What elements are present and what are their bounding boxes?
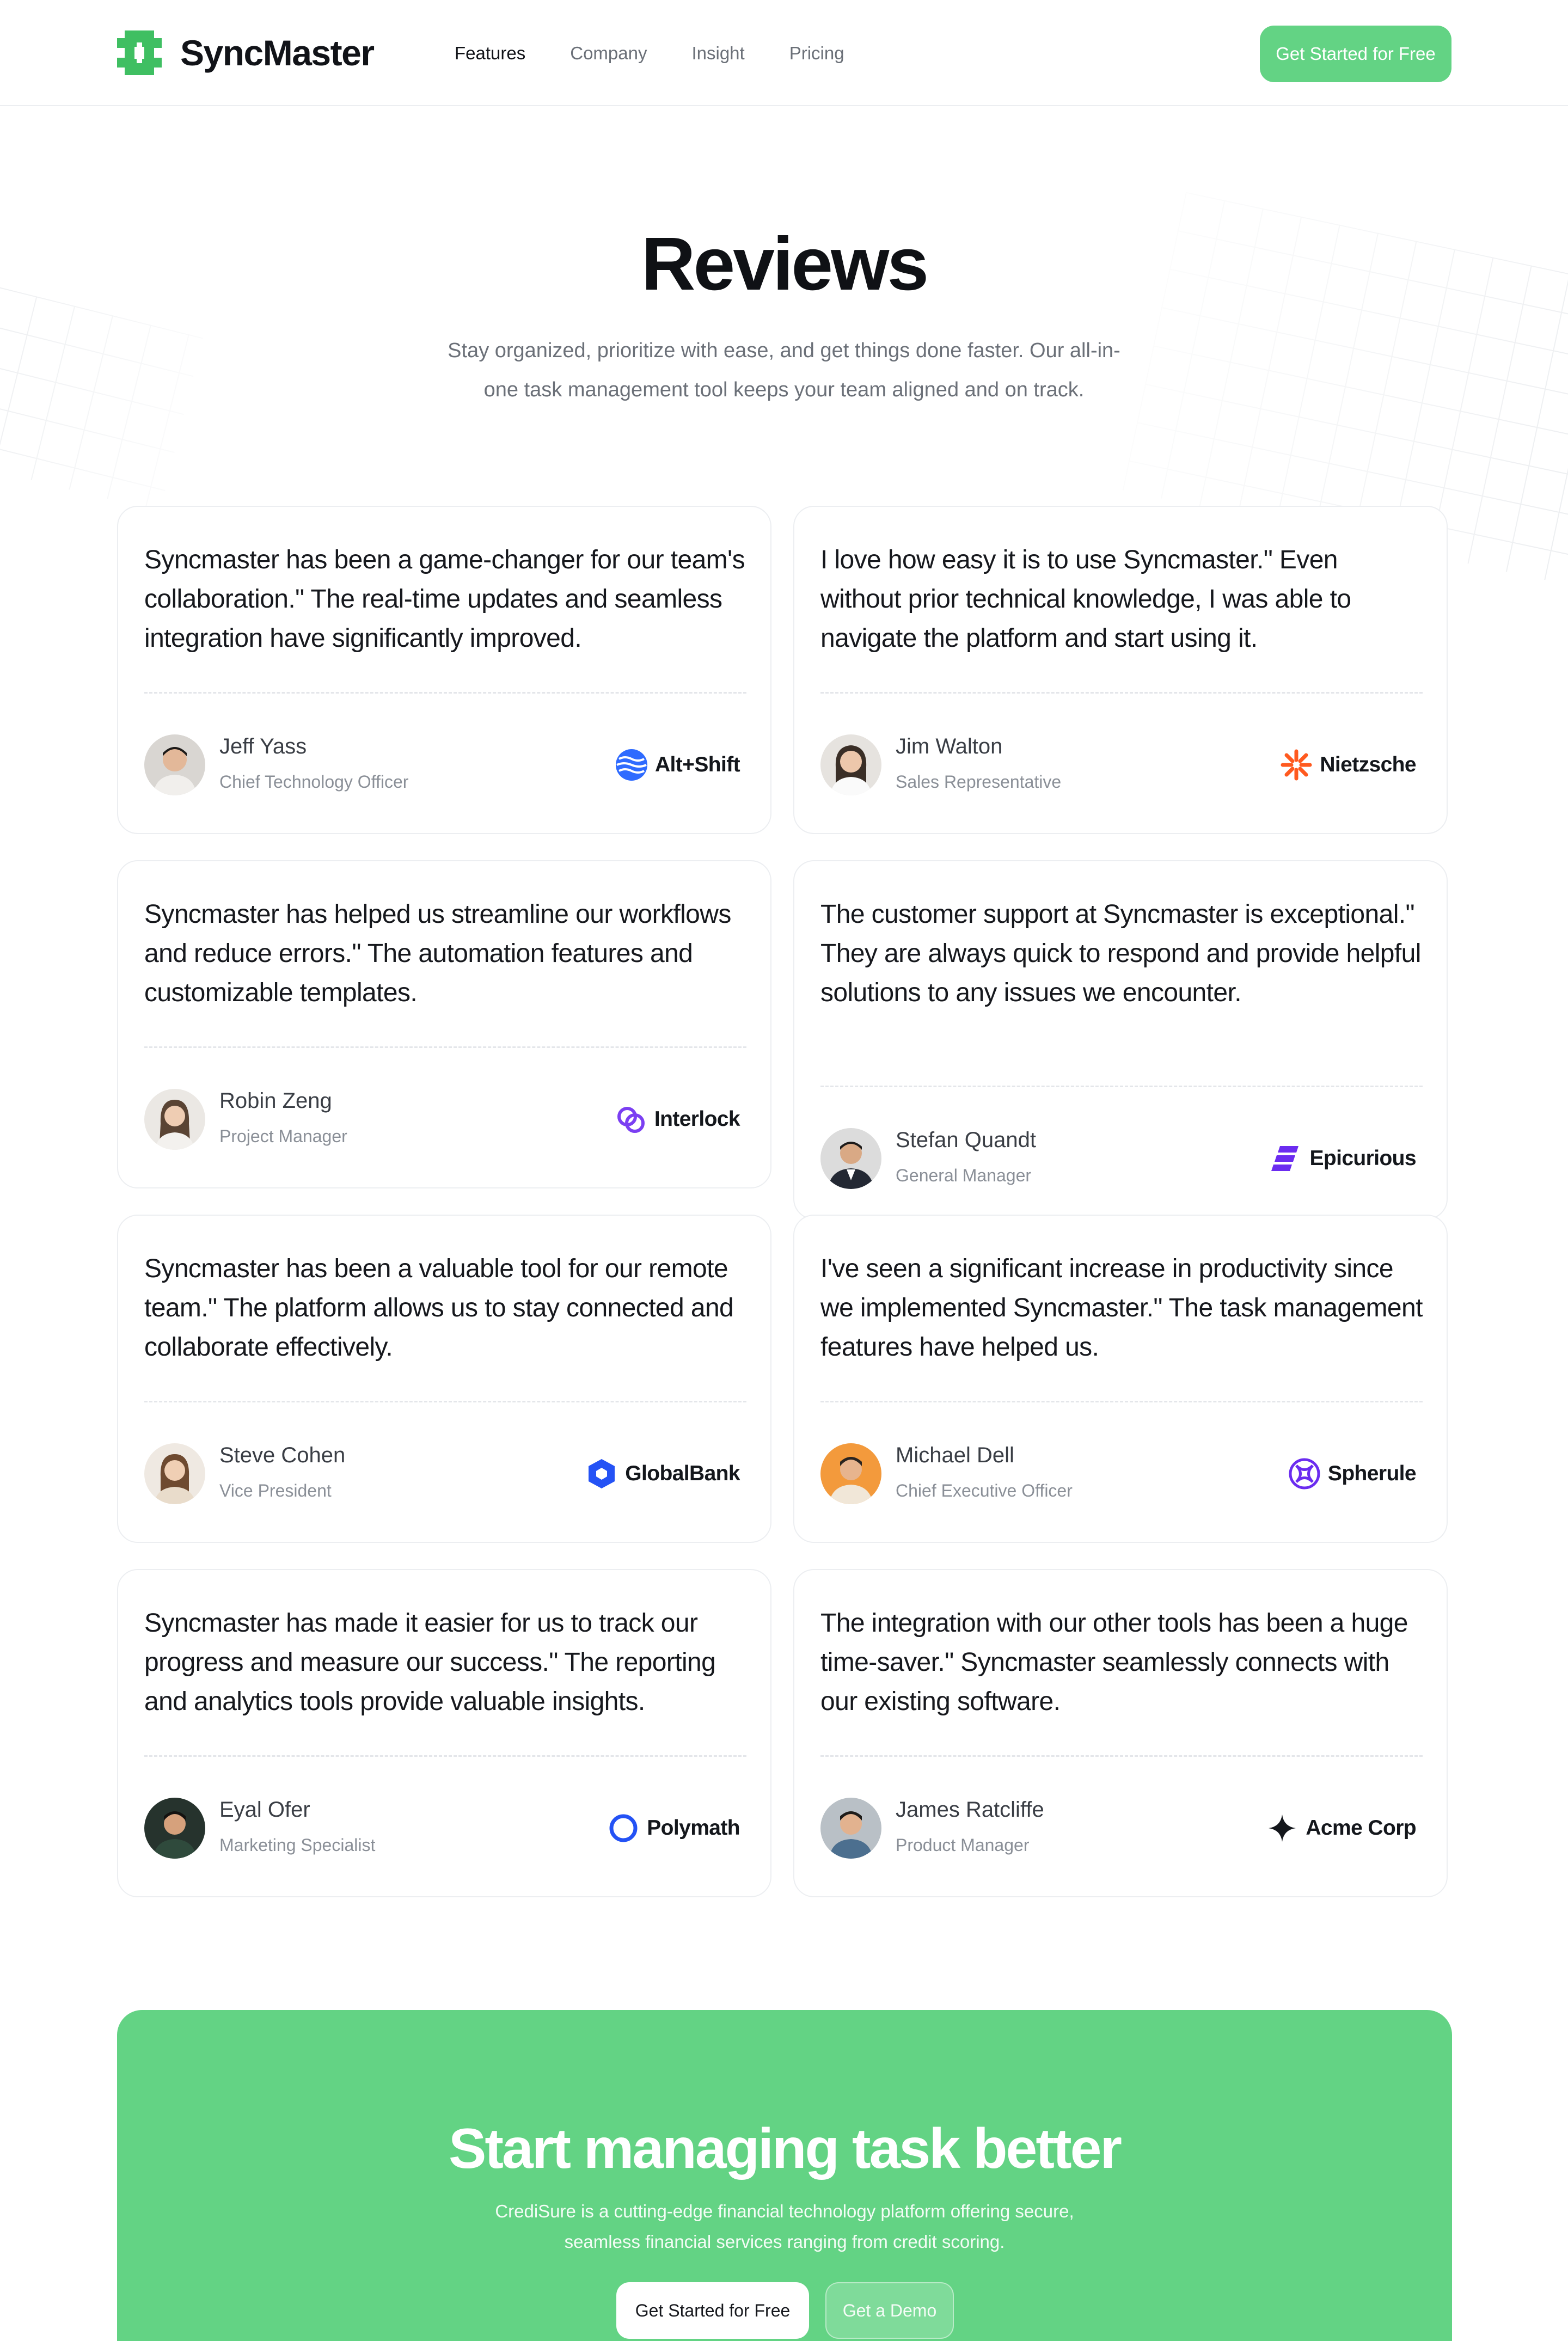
ring-icon — [609, 1814, 638, 1842]
nav-links: Features Company Insight Pricing — [455, 41, 889, 65]
syncmaster-logo-icon — [117, 30, 162, 75]
company-logo: Acme Corp — [1265, 1809, 1417, 1847]
company-logo: Spherule — [1288, 1455, 1417, 1493]
company-logo: Nietzsche — [1279, 746, 1417, 784]
interlocking-rings-icon — [617, 1107, 645, 1133]
company-name: Alt+Shift — [654, 753, 740, 776]
company-name: Interlock — [654, 1107, 740, 1131]
cta-title: Start managing task better — [449, 2117, 1122, 2180]
company-name: Epicurious — [1309, 1147, 1416, 1170]
avatar — [144, 734, 205, 795]
reviewer-role: Project Manager — [219, 1126, 347, 1146]
avatar — [820, 1798, 881, 1859]
review-card: The customer support at Syncmaster is ex… — [793, 860, 1448, 1219]
sunburst-icon — [1281, 749, 1312, 781]
review-quote: I've seen a significant increase in prod… — [820, 1254, 1423, 1362]
reviewer-name: Eyal Ofer — [219, 1798, 310, 1822]
review-quote: Syncmaster has made it easier for us to … — [144, 1609, 716, 1716]
divider — [144, 1401, 746, 1402]
divider — [820, 1401, 1423, 1402]
review-card: Syncmaster has been a valuable tool for … — [117, 1215, 771, 1543]
reviewer-name: Jim Walton — [896, 734, 1003, 758]
reviewer-name: James Ratcliffe — [896, 1798, 1044, 1822]
review-quote: Syncmaster has been a game-changer for o… — [144, 546, 745, 653]
top-navigation: SyncMaster Features Company Insight Pric… — [0, 0, 1568, 106]
reviewer-name: Robin Zeng — [219, 1089, 332, 1113]
stacked-bars-icon — [1271, 1146, 1299, 1171]
reviewer-role: Sales Representative — [896, 772, 1062, 792]
reviewer-role: Chief Technology Officer — [219, 772, 409, 792]
company-logo: Epicurious — [1269, 1139, 1417, 1178]
sphere-icon — [1289, 1458, 1320, 1490]
review-quote: Syncmaster has been a valuable tool for … — [144, 1254, 734, 1362]
get-a-demo-button[interactable]: Get a Demo — [825, 2282, 954, 2339]
reviewer-name: Michael Dell — [896, 1443, 1014, 1467]
cta-banner: Start managing task better CrediSure is … — [117, 2010, 1452, 2341]
company-logo: GlobalBank — [585, 1455, 740, 1493]
reviewer-role: Chief Executive Officer — [896, 1481, 1073, 1500]
reviewer-role: Marketing Specialist — [219, 1835, 376, 1855]
reviewer-name: Steve Cohen — [219, 1443, 346, 1467]
hexagon-icon — [589, 1459, 615, 1488]
avatar — [820, 1443, 881, 1504]
company-name: Polymath — [647, 1816, 740, 1840]
cta-get-started-button[interactable]: Get Started for Free — [616, 2282, 809, 2339]
company-name: GlobalBank — [625, 1462, 740, 1485]
review-quote: The integration with our other tools has… — [820, 1609, 1408, 1716]
company-name: Acme Corp — [1306, 1816, 1416, 1840]
nav-link-company[interactable]: Company — [570, 41, 647, 65]
page-subtitle: Stay organized, prioritize with ease, an… — [448, 339, 1120, 401]
waves-icon — [615, 749, 647, 781]
nav-link-features[interactable]: Features — [455, 41, 525, 65]
divider — [820, 1755, 1423, 1757]
company-name: Nietzsche — [1320, 753, 1416, 776]
review-card: I've seen a significant increase in prod… — [793, 1215, 1448, 1543]
avatar — [144, 1443, 205, 1504]
review-card: Syncmaster has been a game-changer for o… — [117, 506, 771, 834]
company-logo: Polymath — [607, 1809, 740, 1847]
reviewer-role: General Manager — [896, 1166, 1032, 1185]
review-card: The integration with our other tools has… — [793, 1569, 1448, 1897]
reviewer-name: Jeff Yass — [219, 734, 307, 758]
company-name: Spherule — [1327, 1462, 1417, 1485]
avatar — [144, 1798, 205, 1859]
brand-name: SyncMaster — [180, 33, 375, 73]
review-card: I love how easy it is to use Syncmaster.… — [793, 506, 1448, 834]
avatar — [820, 734, 881, 795]
get-started-button[interactable]: Get Started for Free — [1260, 26, 1451, 82]
review-quote: The customer support at Syncmaster is ex… — [820, 900, 1421, 1007]
avatar — [144, 1089, 205, 1150]
company-logo: Alt+Shift — [615, 746, 740, 784]
divider — [144, 1755, 746, 1757]
divider — [144, 1046, 746, 1048]
company-logo: Interlock — [614, 1100, 740, 1138]
divider — [144, 692, 746, 694]
divider — [820, 692, 1423, 694]
review-card: Syncmaster has made it easier for us to … — [117, 1569, 771, 1897]
page-title: Reviews — [641, 222, 929, 306]
avatar — [820, 1128, 881, 1189]
divider — [820, 1086, 1423, 1087]
reviewer-name: Stefan Quandt — [896, 1128, 1036, 1152]
review-quote: I love how easy it is to use Syncmaster.… — [820, 546, 1351, 653]
cta-subtitle: CrediSure is a cutting-edge financial te… — [495, 2201, 1074, 2252]
sparkle-icon — [1269, 1815, 1296, 1842]
reviewer-role: Product Manager — [896, 1835, 1030, 1855]
review-card: Syncmaster has helped us streamline our … — [117, 860, 771, 1188]
nav-link-insight[interactable]: Insight — [691, 41, 744, 65]
nav-link-pricing[interactable]: Pricing — [789, 41, 844, 65]
grid-decoration-left — [0, 277, 204, 512]
reviewer-role: Vice President — [219, 1481, 332, 1500]
brand-logo[interactable]: SyncMaster — [117, 30, 375, 75]
review-quote: Syncmaster has helped us streamline our … — [144, 900, 731, 1007]
